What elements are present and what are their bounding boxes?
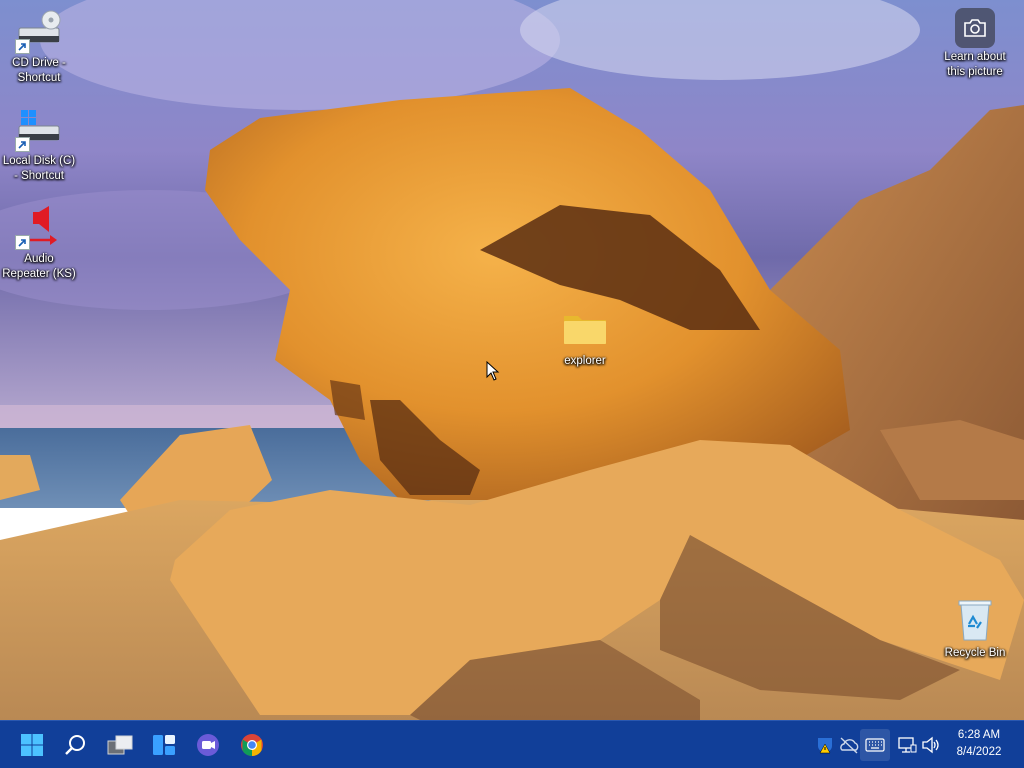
- clock-time: 6:28 AM: [957, 729, 1001, 741]
- teams-chat-icon: [197, 734, 219, 756]
- camera-icon: [955, 8, 995, 48]
- chrome-icon: [241, 734, 263, 756]
- desktop-icon-label: explorer: [564, 355, 606, 367]
- touch-keyboard-button[interactable]: [860, 729, 890, 761]
- shortcut-arrow-icon: [15, 39, 30, 54]
- widgets-button[interactable]: [144, 725, 184, 765]
- cd-drive-shortcut[interactable]: CD Drive - Shortcut: [0, 6, 78, 86]
- security-warning-icon: [818, 738, 832, 754]
- windows-start-icon: [21, 734, 43, 756]
- local-disk-shortcut[interactable]: Local Disk (C) - Shortcut: [0, 104, 78, 184]
- network-icon: [898, 737, 917, 753]
- speaker-arrow-icon: [15, 202, 63, 250]
- desktop-icon-label: Recycle Bin: [944, 647, 1006, 659]
- task-view-button[interactable]: [100, 725, 140, 765]
- clock[interactable]: 6:28 AM 8/4/2022: [944, 727, 1014, 761]
- audio-repeater[interactable]: Audio Repeater (KS): [0, 202, 78, 282]
- local-disk-icon: [15, 104, 63, 152]
- search-icon: [65, 735, 85, 755]
- volume-icon: [922, 736, 939, 754]
- touch-keyboard-icon: [865, 738, 885, 752]
- chrome-button[interactable]: [232, 725, 272, 765]
- shortcut-arrow-icon: [15, 137, 30, 152]
- wallpaper: [0, 0, 1024, 720]
- teams-chat-button[interactable]: [188, 725, 228, 765]
- desktop-icon-label: CD Drive - Shortcut: [12, 57, 66, 84]
- task-view-icon: [107, 735, 133, 755]
- widgets-icon: [153, 735, 175, 755]
- onedrive-tray-button[interactable]: [836, 729, 862, 761]
- desktop-icon-label: Audio Repeater (KS): [2, 253, 76, 280]
- desktop[interactable]: CD Drive - Shortcut Local Disk (C) - Sho…: [0, 0, 1024, 720]
- clock-date: 8/4/2022: [956, 746, 1002, 758]
- desktop-icon-label: Learn about this picture: [944, 51, 1006, 78]
- volume-tray-button[interactable]: [918, 729, 944, 761]
- folder-icon: [561, 304, 609, 352]
- security-tray-button[interactable]: [812, 729, 838, 761]
- taskbar: 6:28 AM 8/4/2022: [0, 720, 1024, 768]
- recycle-bin[interactable]: Recycle Bin: [936, 596, 1014, 661]
- network-tray-button[interactable]: [894, 729, 920, 761]
- onedrive-offline-icon: [840, 737, 859, 754]
- start-button[interactable]: [12, 725, 52, 765]
- desktop-icon-label: Local Disk (C) - Shortcut: [2, 155, 76, 182]
- explorer-folder[interactable]: explorer: [546, 304, 624, 369]
- recycle-bin-icon: [951, 596, 999, 644]
- search-button[interactable]: [56, 725, 96, 765]
- shortcut-arrow-icon: [15, 235, 30, 250]
- cd-drive-icon: [15, 6, 63, 54]
- learn-about-picture[interactable]: Learn about this picture: [936, 8, 1014, 80]
- mouse-cursor-icon: [486, 361, 500, 381]
